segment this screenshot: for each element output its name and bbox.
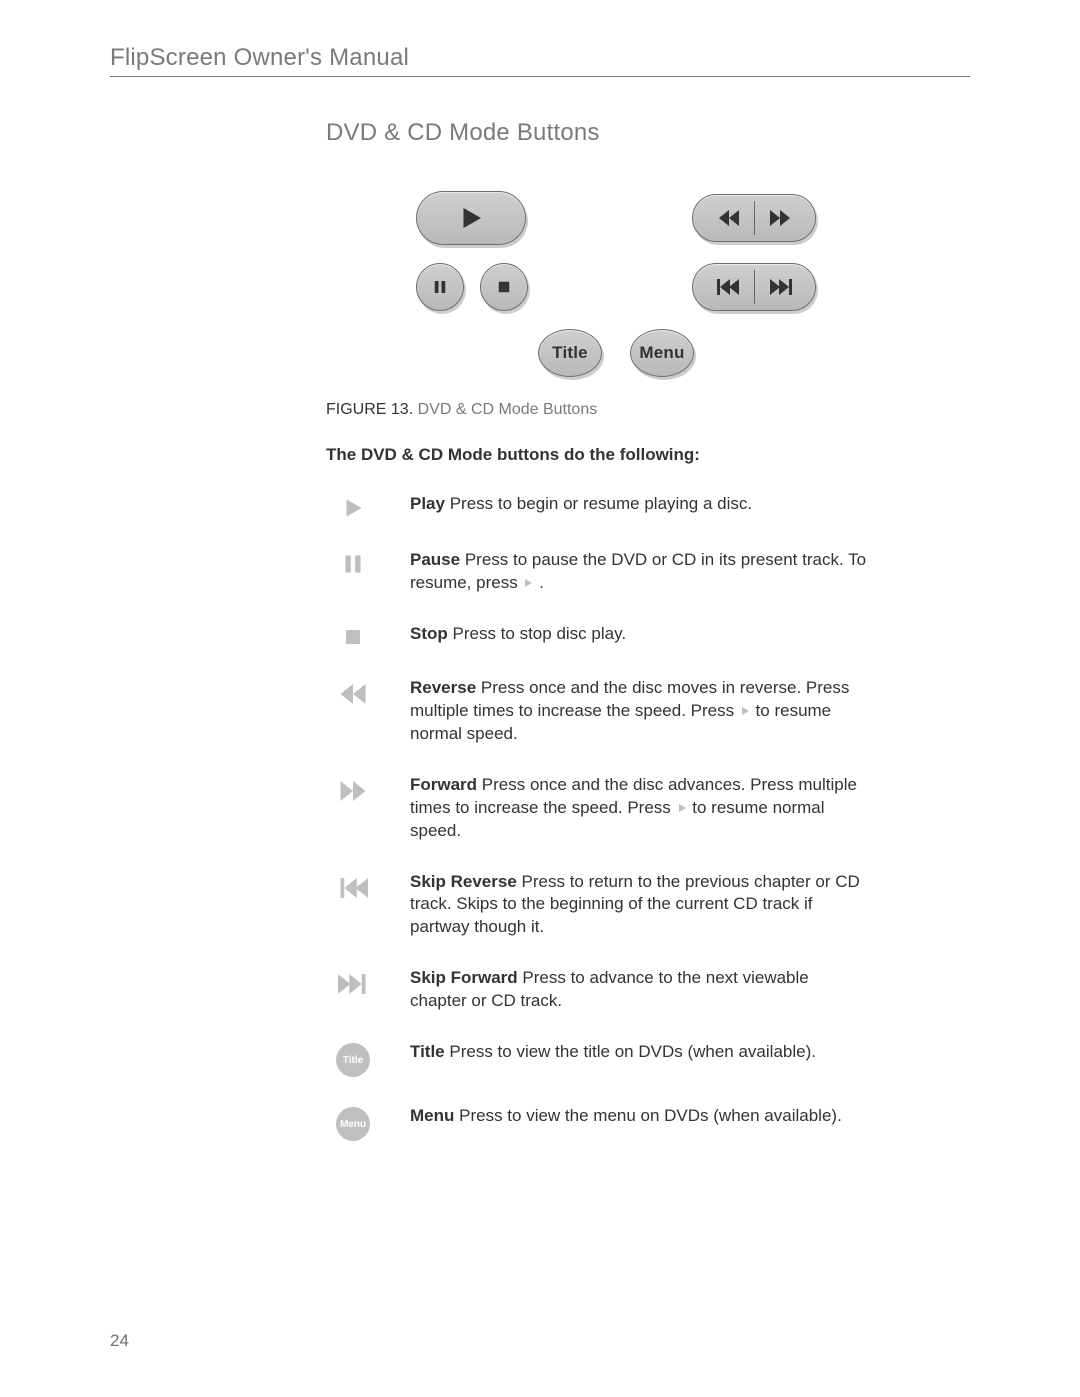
- definition-skip-forward: Skip Forward Press to advance to the nex…: [326, 967, 970, 1013]
- definition-text: Pause Press to pause the DVD or CD in it…: [410, 549, 870, 595]
- definition-play: Play Press to begin or resume playing a …: [326, 493, 970, 521]
- running-header: FlipScreen Owner's Manual: [110, 44, 970, 77]
- definition-text: Reverse Press once and the disc moves in…: [410, 677, 870, 746]
- definition-text: Skip Forward Press to advance to the nex…: [410, 967, 870, 1013]
- skip-pill[interactable]: [692, 263, 816, 311]
- figure-dvd-cd-buttons: Title Menu FIGURE 13. DVD & CD Mode Butt…: [326, 191, 836, 419]
- definition-skip-reverse: Skip Reverse Press to return to the prev…: [326, 871, 970, 940]
- pause-icon: [431, 278, 449, 296]
- definition-title: Title Title Press to view the title on DV…: [326, 1041, 970, 1077]
- definition-text: Play Press to begin or resume playing a …: [410, 493, 752, 516]
- reverse-icon: [326, 677, 380, 709]
- definition-text: Forward Press once and the disc advances…: [410, 774, 870, 843]
- definition-text: Title Press to view the title on DVDs (w…: [410, 1041, 816, 1064]
- pill-divider: [754, 270, 755, 304]
- definition-pause: Pause Press to pause the DVD or CD in it…: [326, 549, 970, 595]
- rewind-icon: [714, 206, 744, 230]
- pause-button[interactable]: [416, 263, 464, 311]
- skip-forward-icon: [765, 275, 799, 299]
- pause-icon: [326, 549, 380, 577]
- stop-icon: [326, 623, 380, 649]
- figure-caption-label: FIGURE 13.: [326, 401, 413, 418]
- definition-text: Skip Reverse Press to return to the prev…: [410, 871, 870, 940]
- definition-menu: Menu Menu Press to view the menu on DVDs …: [326, 1105, 970, 1141]
- play-button[interactable]: [416, 191, 526, 245]
- play-icon: [326, 493, 380, 521]
- definitions-list: Play Press to begin or resume playing a …: [326, 493, 970, 1141]
- title-button[interactable]: Title: [538, 329, 602, 377]
- skip-reverse-icon: [710, 275, 744, 299]
- menu-icon: Menu: [326, 1105, 380, 1141]
- pill-divider: [754, 201, 755, 235]
- definition-reverse: Reverse Press once and the disc moves in…: [326, 677, 970, 746]
- figure-caption-text: DVD & CD Mode Buttons: [418, 401, 598, 418]
- definition-forward: Forward Press once and the disc advances…: [326, 774, 970, 843]
- play-icon: [456, 203, 486, 233]
- forward-icon: [765, 206, 795, 230]
- menu-button[interactable]: Menu: [630, 329, 694, 377]
- stop-button[interactable]: [480, 263, 528, 311]
- section-title: DVD & CD Mode Buttons: [326, 119, 970, 147]
- definition-text: Stop Press to stop disc play.: [410, 623, 626, 646]
- skip-forward-icon: [326, 967, 380, 999]
- skip-reverse-icon: [326, 871, 380, 903]
- definition-stop: Stop Press to stop disc play.: [326, 623, 970, 649]
- stop-icon: [495, 278, 513, 296]
- definition-text: Menu Press to view the menu on DVDs (whe…: [410, 1105, 842, 1128]
- intro-line: The DVD & CD Mode buttons do the followi…: [326, 445, 970, 465]
- title-icon: Title: [326, 1041, 380, 1077]
- figure-caption: FIGURE 13. DVD & CD Mode Buttons: [326, 401, 836, 419]
- rewind-forward-pill[interactable]: [692, 194, 816, 242]
- forward-icon: [326, 774, 380, 806]
- page-number: 24: [110, 1331, 129, 1351]
